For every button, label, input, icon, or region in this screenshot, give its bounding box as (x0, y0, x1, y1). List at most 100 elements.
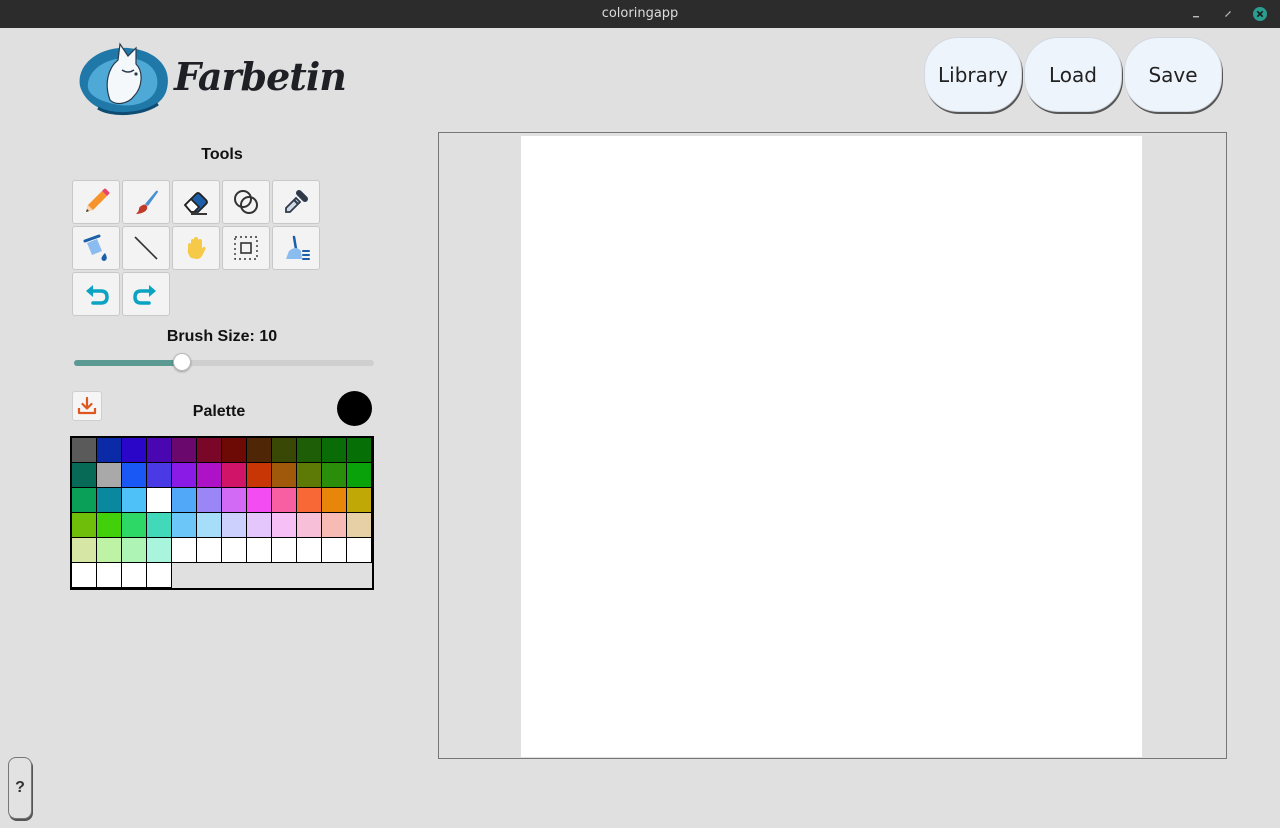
undo-icon (86, 285, 109, 305)
palette-swatch[interactable] (247, 488, 272, 513)
palette-swatch[interactable] (347, 438, 372, 463)
palette-swatch[interactable] (322, 538, 347, 563)
redo-button[interactable] (122, 272, 170, 316)
minimize-icon[interactable] (1188, 6, 1204, 22)
palette-swatch[interactable] (172, 488, 197, 513)
palette-swatch[interactable] (222, 463, 247, 488)
palette-swatch[interactable] (247, 438, 272, 463)
palette-swatch[interactable] (272, 438, 297, 463)
library-button[interactable]: Library (924, 37, 1022, 112)
palette-swatch[interactable] (72, 513, 97, 538)
palette-swatch[interactable] (72, 438, 97, 463)
palette-swatch[interactable] (197, 438, 222, 463)
palette-swatch[interactable] (147, 538, 172, 563)
palette-swatch[interactable] (297, 463, 322, 488)
palette-swatch[interactable] (297, 513, 322, 538)
palette-swatch[interactable] (97, 538, 122, 563)
palette-swatch[interactable] (147, 488, 172, 513)
palette-swatch[interactable] (297, 438, 322, 463)
help-button[interactable]: ? (8, 757, 32, 819)
palette-swatch[interactable] (272, 538, 297, 563)
palette-swatch[interactable] (122, 438, 147, 463)
palette-swatch[interactable] (97, 438, 122, 463)
brush-size-slider[interactable] (74, 353, 374, 371)
window-title: coloringapp (601, 6, 679, 21)
select-icon (234, 236, 258, 260)
eyedropper-tool-button[interactable] (272, 180, 320, 224)
palette-swatch[interactable] (347, 513, 372, 538)
palette-swatch[interactable] (172, 463, 197, 488)
palette-swatch[interactable] (197, 488, 222, 513)
palette-swatch[interactable] (197, 513, 222, 538)
palette-swatch[interactable] (97, 513, 122, 538)
eraser-tool-button[interactable] (172, 180, 220, 224)
brush-icon (136, 190, 158, 214)
palette-swatch[interactable] (72, 538, 97, 563)
palette-swatch[interactable] (122, 513, 147, 538)
palette-swatch[interactable] (72, 463, 97, 488)
fill-tool-button[interactable] (72, 226, 120, 270)
palette-swatch[interactable] (97, 563, 122, 588)
pencil-icon (86, 188, 110, 212)
line-icon (134, 236, 158, 260)
palette-swatch[interactable] (272, 513, 297, 538)
palette-swatch[interactable] (347, 463, 372, 488)
palette-swatch[interactable] (72, 488, 97, 513)
palette-swatch[interactable] (272, 463, 297, 488)
palette-swatch[interactable] (272, 488, 297, 513)
brush-size-slider-thumb[interactable] (172, 353, 191, 371)
palette-swatch[interactable] (122, 538, 147, 563)
palette-swatch[interactable] (172, 538, 197, 563)
palette-swatch[interactable] (247, 513, 272, 538)
palette-swatch[interactable] (72, 563, 97, 588)
palette-swatch[interactable] (322, 463, 347, 488)
palette-swatch[interactable] (122, 488, 147, 513)
undo-button[interactable] (72, 272, 120, 316)
palette-swatch[interactable] (247, 538, 272, 563)
palette-swatch[interactable] (172, 438, 197, 463)
palette-title: Palette (192, 403, 246, 420)
palette-swatch[interactable] (347, 488, 372, 513)
palette-swatch[interactable] (122, 563, 147, 588)
palette-swatch[interactable] (297, 538, 322, 563)
palette-swatch[interactable] (322, 438, 347, 463)
save-button[interactable]: Save (1124, 37, 1222, 112)
clear-icon (286, 235, 310, 260)
brush-tool-button[interactable] (122, 180, 170, 224)
current-color-indicator[interactable] (337, 391, 372, 426)
line-tool-button[interactable] (122, 226, 170, 270)
palette-swatch[interactable] (222, 538, 247, 563)
palette-swatch[interactable] (322, 513, 347, 538)
palette-swatch[interactable] (222, 488, 247, 513)
shapes-tool-button[interactable] (222, 180, 270, 224)
select-tool-button[interactable] (222, 226, 270, 270)
palette-swatch[interactable] (222, 438, 247, 463)
palette-swatch[interactable] (147, 463, 172, 488)
palette-swatch[interactable] (222, 513, 247, 538)
palette-swatch[interactable] (247, 463, 272, 488)
fill-bucket-icon (83, 234, 107, 261)
palette-swatch[interactable] (347, 538, 372, 563)
export-palette-button[interactable] (72, 391, 102, 421)
palette-swatch[interactable] (297, 488, 322, 513)
eraser-icon (183, 192, 208, 215)
drawing-canvas[interactable] (521, 136, 1142, 757)
palette-swatch[interactable] (172, 513, 197, 538)
hand-tool-button[interactable] (172, 226, 220, 270)
palette-swatch[interactable] (147, 438, 172, 463)
pencil-tool-button[interactable] (72, 180, 120, 224)
window-titlebar: coloringapp (0, 0, 1280, 28)
palette-swatch[interactable] (322, 488, 347, 513)
palette-swatch[interactable] (97, 488, 122, 513)
maximize-icon[interactable] (1220, 6, 1236, 22)
palette-swatch[interactable] (147, 563, 172, 588)
load-button[interactable]: Load (1024, 37, 1122, 112)
palette-swatch[interactable] (122, 463, 147, 488)
palette-swatch[interactable] (97, 463, 122, 488)
drawing-canvas-area[interactable] (438, 132, 1227, 759)
clear-tool-button[interactable] (272, 226, 320, 270)
palette-swatch[interactable] (197, 463, 222, 488)
palette-swatch[interactable] (147, 513, 172, 538)
palette-swatch[interactable] (197, 538, 222, 563)
close-icon[interactable] (1252, 6, 1268, 22)
